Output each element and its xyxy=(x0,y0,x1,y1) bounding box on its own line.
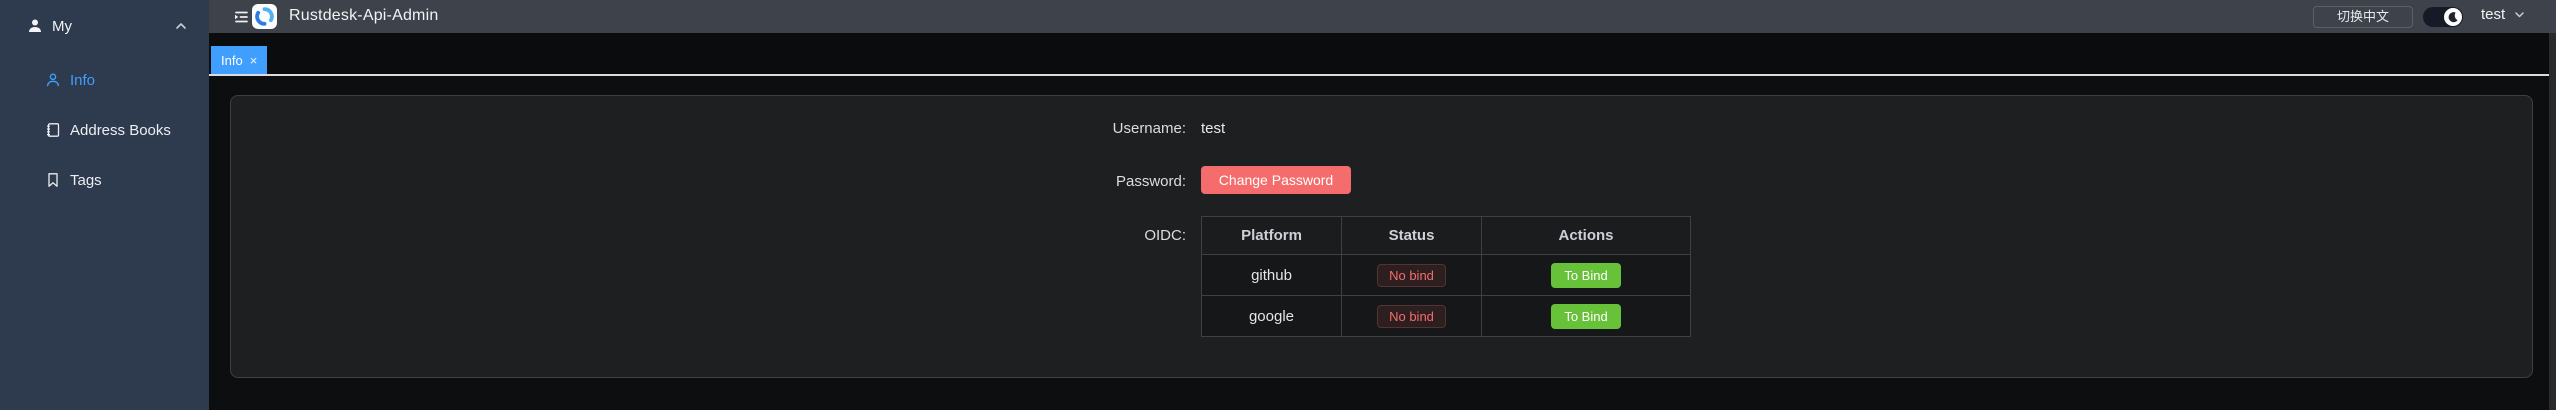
sidebar-item-tags[interactable]: Tags xyxy=(0,160,209,200)
notebook-icon xyxy=(45,122,61,138)
to-bind-button[interactable]: To Bind xyxy=(1551,263,1620,288)
user-dropdown[interactable]: test xyxy=(2481,6,2526,23)
menu-fold-icon[interactable] xyxy=(232,8,250,26)
actions-cell: To Bind xyxy=(1482,255,1691,296)
username-label: Username: xyxy=(231,120,1186,137)
app-root: My Info Address Books Tags xyxy=(0,0,2556,410)
to-bind-button[interactable]: To Bind xyxy=(1551,304,1620,329)
sidebar-item-label: Address Books xyxy=(70,122,171,139)
tab-bar: Info × xyxy=(209,33,2549,76)
column-header-status: Status xyxy=(1342,217,1482,255)
bookmark-icon xyxy=(45,172,61,188)
tab-label: Info xyxy=(221,53,243,68)
dark-mode-toggle[interactable] xyxy=(2423,7,2463,27)
person-outline-icon xyxy=(45,72,61,88)
sidebar-group-my[interactable]: My xyxy=(0,8,209,44)
column-header-platform: Platform xyxy=(1202,217,1342,255)
page-title: Rustdesk-Api-Admin xyxy=(289,7,438,25)
sidebar-item-info[interactable]: Info xyxy=(0,60,209,100)
sidebar-item-label: Info xyxy=(70,72,95,89)
sidebar-item-label: Tags xyxy=(70,172,102,189)
oidc-label: OIDC: xyxy=(231,227,1186,244)
chevron-down-icon xyxy=(2513,8,2526,21)
sidebar: My Info Address Books Tags xyxy=(0,0,209,410)
chevron-up-icon xyxy=(174,19,188,33)
status-badge: No bind xyxy=(1377,305,1446,328)
oidc-table: Platform Status Actions github No bind T… xyxy=(1201,216,1691,337)
table-row: github No bind To Bind xyxy=(1202,255,1691,296)
switch-language-button[interactable]: 切换中文 xyxy=(2313,6,2413,28)
sidebar-group-label: My xyxy=(52,18,72,35)
close-icon[interactable]: × xyxy=(250,54,258,67)
app-header: Rustdesk-Api-Admin 切换中文 test xyxy=(209,0,2556,33)
status-cell: No bind xyxy=(1342,255,1482,296)
change-password-button[interactable]: Change Password xyxy=(1201,166,1351,194)
scrollbar[interactable] xyxy=(2549,33,2556,410)
moon-icon xyxy=(2444,8,2462,26)
table-header-row: Platform Status Actions xyxy=(1202,217,1691,255)
tab-info[interactable]: Info × xyxy=(211,46,267,74)
username-value: test xyxy=(1201,120,1225,137)
password-label: Password: xyxy=(231,173,1186,190)
status-badge: No bind xyxy=(1377,264,1446,287)
user-icon xyxy=(27,18,43,34)
table-row: google No bind To Bind xyxy=(1202,296,1691,337)
status-cell: No bind xyxy=(1342,296,1482,337)
rustdesk-logo xyxy=(252,4,277,29)
platform-cell: google xyxy=(1202,296,1342,337)
actions-cell: To Bind xyxy=(1482,296,1691,337)
user-name: test xyxy=(2481,6,2505,23)
platform-cell: github xyxy=(1202,255,1342,296)
info-panel: Username: test Password: Change Password… xyxy=(230,95,2533,378)
column-header-actions: Actions xyxy=(1482,217,1691,255)
sidebar-item-address-books[interactable]: Address Books xyxy=(0,110,209,150)
